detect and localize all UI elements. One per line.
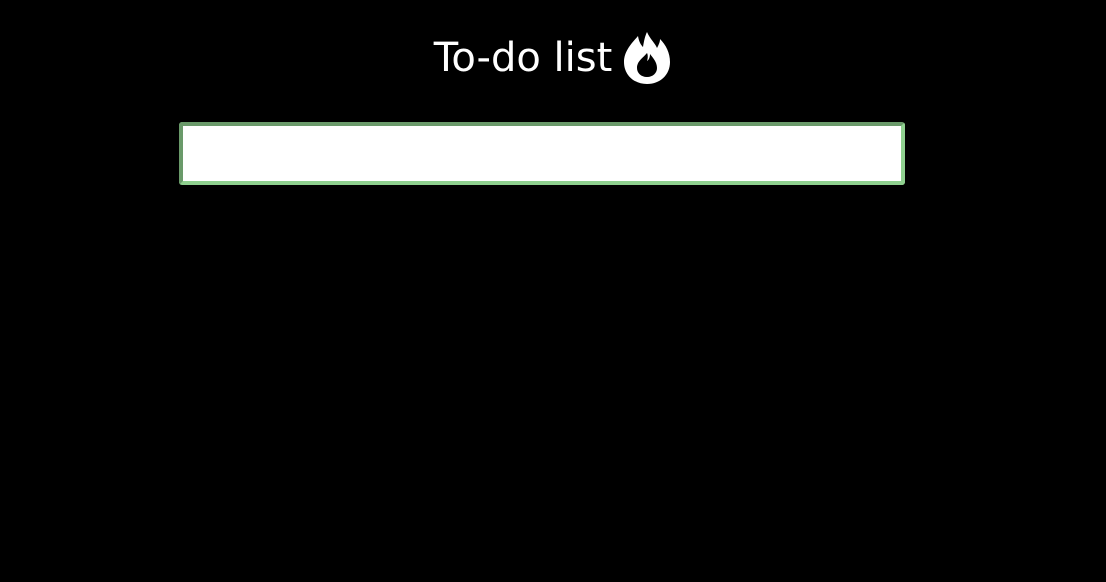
flame-icon xyxy=(622,30,672,86)
page: To-do list xyxy=(0,0,1106,582)
header: To-do list xyxy=(0,28,1106,88)
page-title: To-do list xyxy=(433,35,613,81)
todo-input[interactable] xyxy=(179,122,905,185)
